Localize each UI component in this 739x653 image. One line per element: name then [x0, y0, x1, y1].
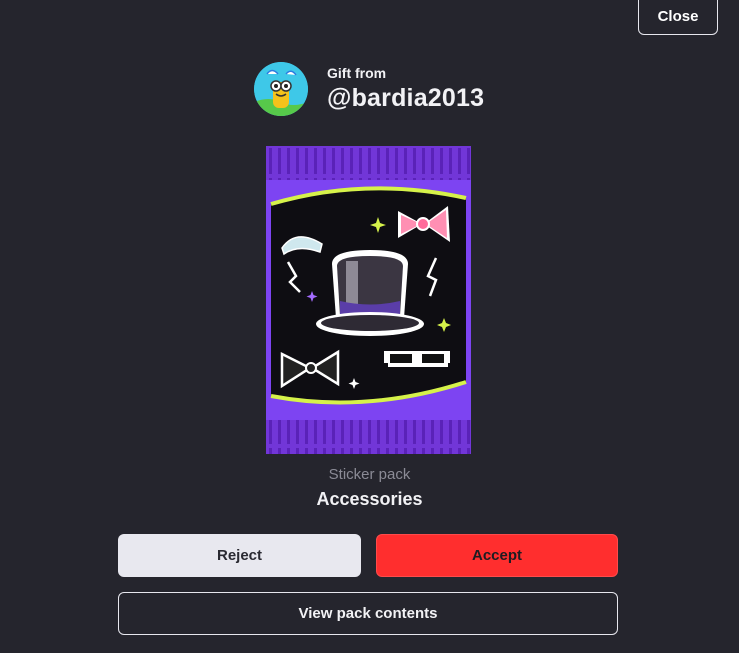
pack-type-label: Sticker pack [328, 466, 411, 483]
view-pack-contents-button[interactable]: View pack contents [118, 592, 618, 635]
accept-button[interactable]: Accept [376, 534, 618, 577]
sticker-pack-icon [266, 146, 471, 454]
sticker-pack-image [266, 146, 471, 454]
gift-from-label: Gift from [327, 65, 387, 81]
reject-button[interactable]: Reject [118, 534, 361, 577]
sender-username: @bardia2013 [327, 84, 485, 112]
cartoon-avatar-icon [254, 62, 308, 116]
close-button[interactable]: Close [638, 0, 718, 35]
avatar [254, 62, 308, 116]
pack-name: Accessories [316, 489, 423, 509]
